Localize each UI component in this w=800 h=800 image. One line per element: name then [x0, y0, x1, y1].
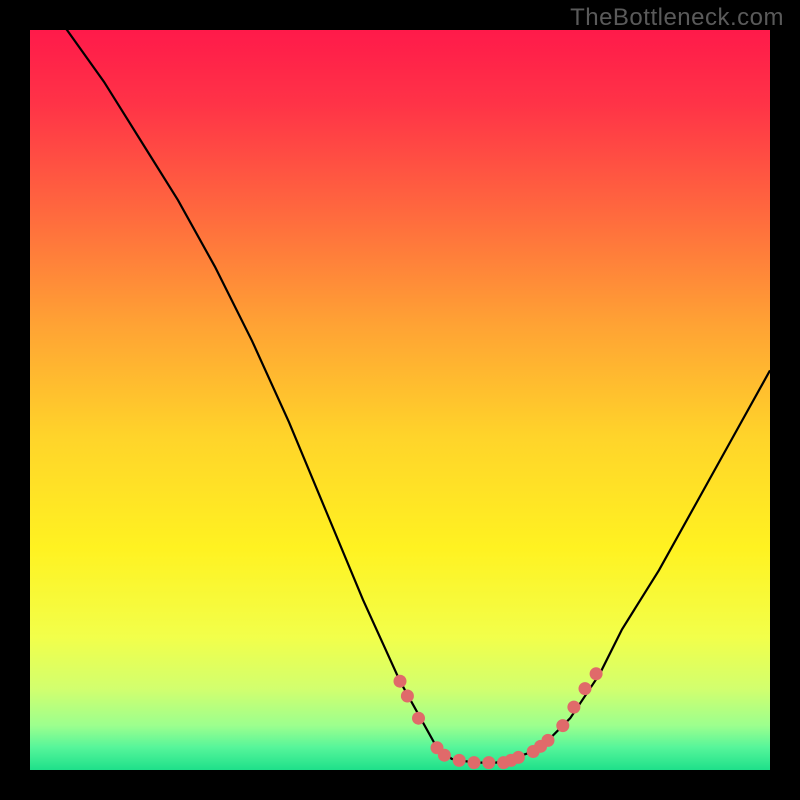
chart-frame: TheBottleneck.com [0, 0, 800, 800]
data-marker [556, 719, 569, 732]
data-marker [579, 682, 592, 695]
data-marker [567, 701, 580, 714]
data-marker [542, 734, 555, 747]
data-marker [394, 675, 407, 688]
plot-area [30, 30, 770, 770]
data-marker [438, 749, 451, 762]
data-marker [482, 756, 495, 769]
chart-svg [30, 30, 770, 770]
data-marker [512, 751, 525, 764]
data-marker [468, 756, 481, 769]
data-marker [412, 712, 425, 725]
data-marker [590, 667, 603, 680]
data-marker [401, 690, 414, 703]
data-marker [453, 754, 466, 767]
watermark-text: TheBottleneck.com [570, 4, 784, 32]
